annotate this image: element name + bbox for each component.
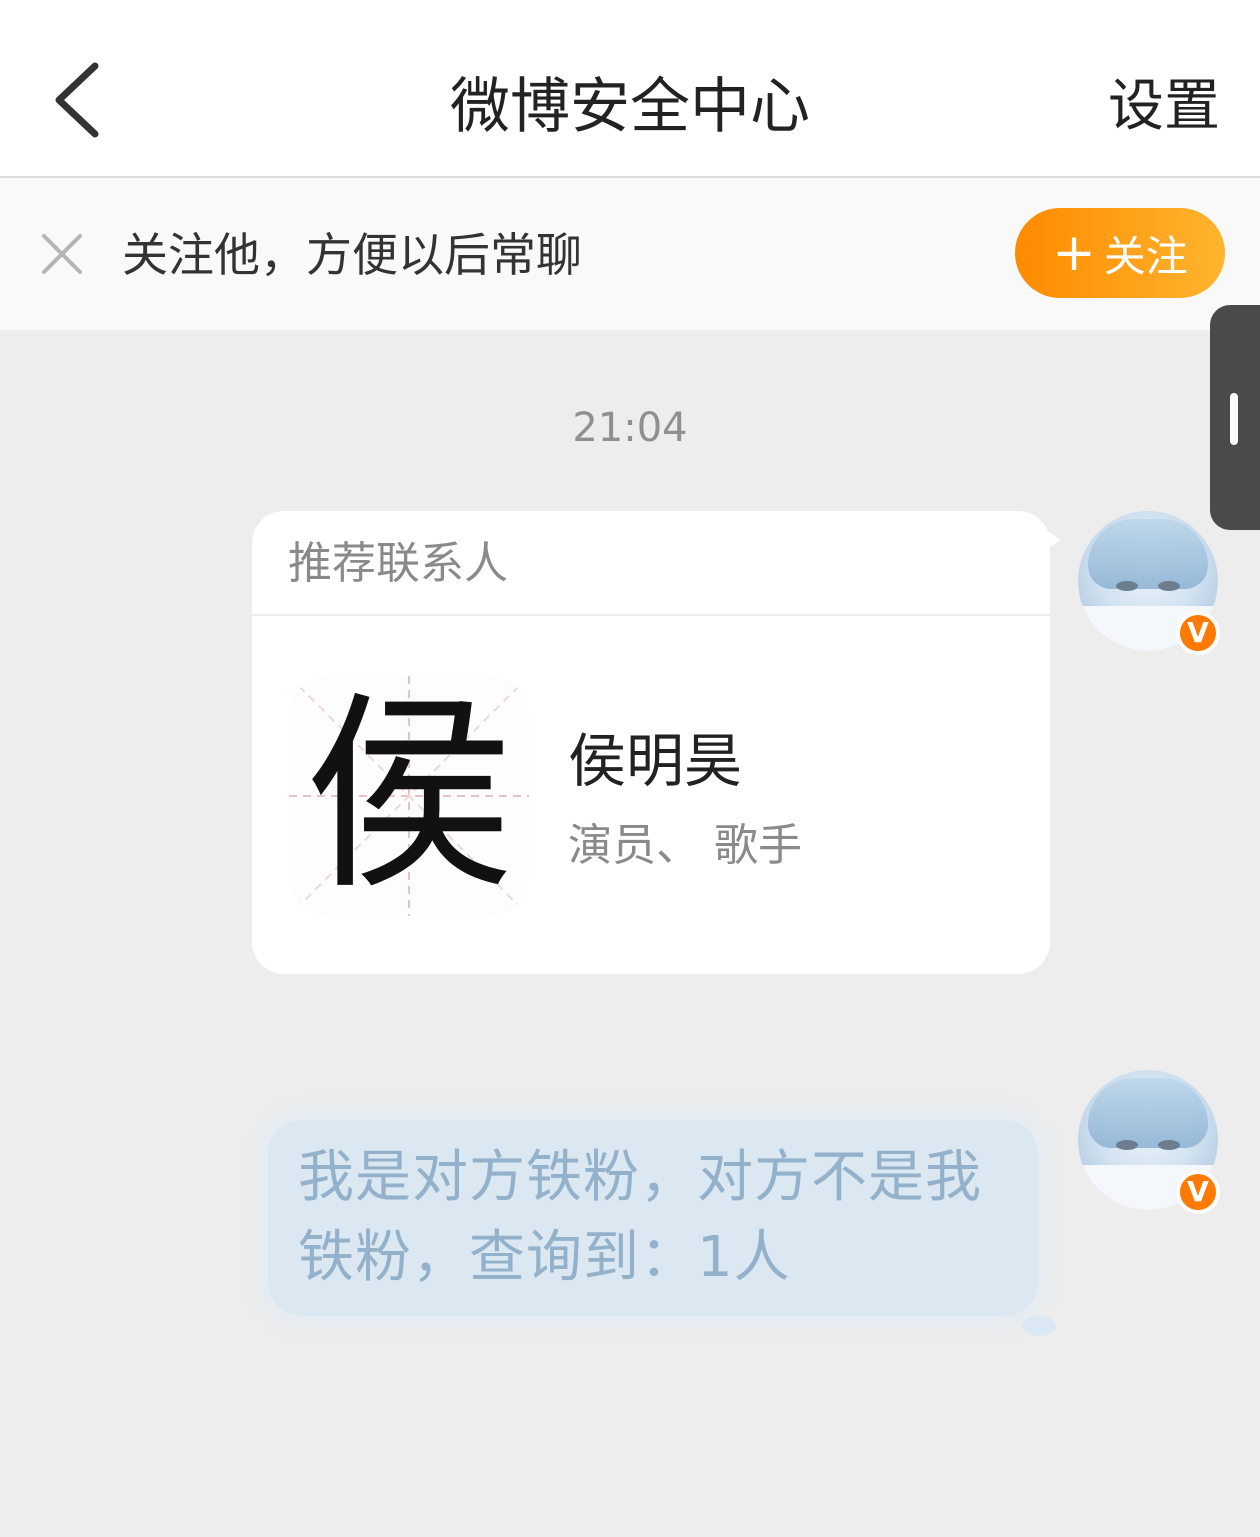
contact-avatar-glyph: 侯 bbox=[303, 676, 514, 916]
follow-prompt-bar: 关注他，方便以后常聊 + 关注 bbox=[0, 178, 1260, 330]
page-title: 微博安全中心 bbox=[450, 72, 810, 142]
settings-button[interactable]: 设置 bbox=[1108, 62, 1220, 152]
follow-button-label: 关注 bbox=[1103, 231, 1188, 281]
close-icon bbox=[42, 234, 82, 274]
follow-button[interactable]: + 关注 bbox=[1015, 208, 1225, 298]
message-bubble[interactable]: 我是对方铁粉，对方不是我铁粉，查询到：1人 bbox=[268, 1120, 1038, 1316]
follow-prompt-text: 关注他，方便以后常聊 bbox=[122, 228, 582, 282]
plus-icon: + bbox=[1052, 223, 1096, 283]
sender-avatar[interactable]: V bbox=[1078, 1070, 1220, 1214]
sender-avatar[interactable]: V bbox=[1078, 511, 1220, 655]
close-follow-prompt-button[interactable] bbox=[36, 228, 88, 280]
message-timestamp: 21:04 bbox=[572, 405, 688, 451]
card-header: 推荐联系人 bbox=[252, 511, 1050, 616]
recommended-contact-card[interactable]: 推荐联系人 侯 侯明昊 演员、 歌手 bbox=[252, 511, 1050, 974]
verified-badge-icon: V bbox=[1176, 1170, 1220, 1214]
top-nav-bar: 微博安全中心 设置 bbox=[0, 0, 1260, 178]
bubble-tail bbox=[1022, 1316, 1056, 1336]
contact-description: 演员、 歌手 bbox=[568, 820, 802, 871]
verified-badge-icon: V bbox=[1176, 611, 1220, 655]
contact-avatar: 侯 bbox=[289, 676, 529, 916]
back-button[interactable] bbox=[30, 50, 120, 150]
chevron-left-icon bbox=[55, 62, 99, 138]
contact-name: 侯明昊 bbox=[568, 727, 743, 795]
